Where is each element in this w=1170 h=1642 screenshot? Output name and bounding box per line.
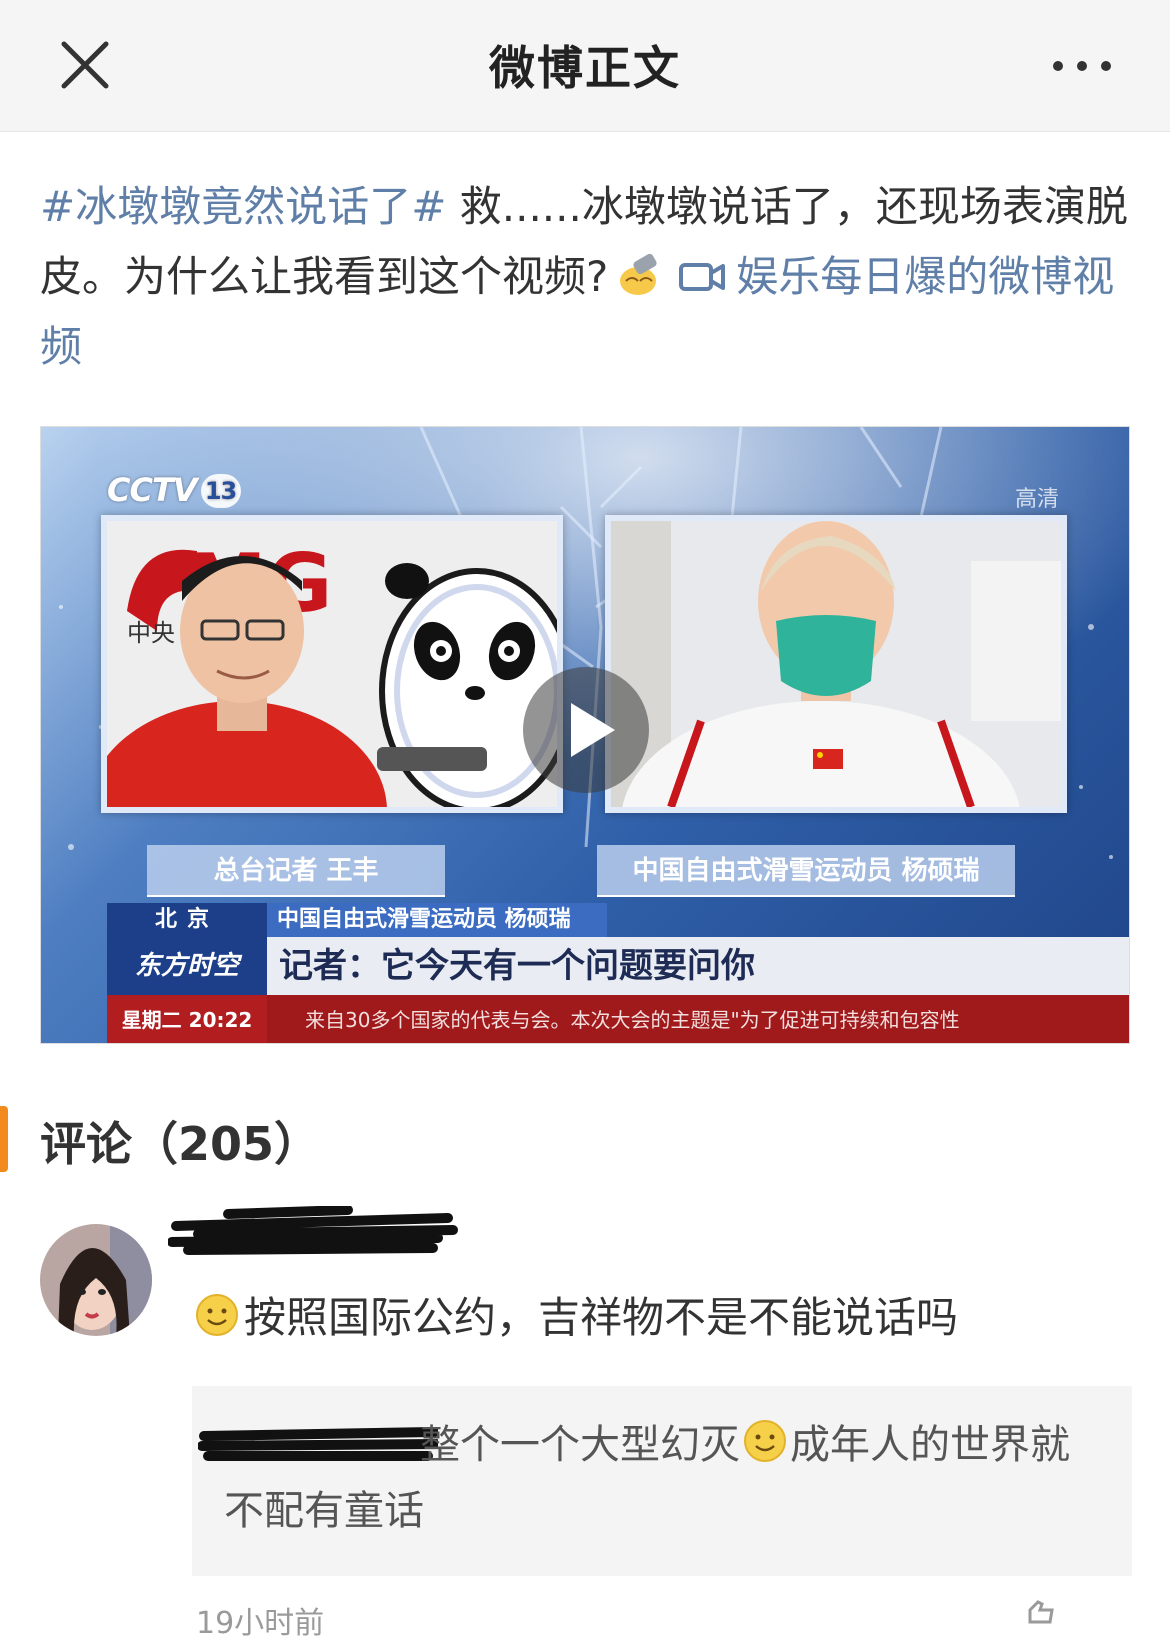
comment-text: 按照国际公约，吉祥物不是不能说话吗	[194, 1290, 1114, 1346]
athlete-scene	[611, 521, 1061, 807]
ticker-subtitle: 中国自由式滑雪运动员 杨硕瑞	[267, 903, 607, 937]
ticker-scroll-text: 来自30多个国家的代表与会。本次大会的主题是"为了促进可持续和包容性	[267, 995, 1129, 1043]
avatar[interactable]	[40, 1224, 152, 1336]
comment-body: 按照国际公约，吉祥物不是不能说话吗	[244, 1293, 959, 1342]
ticker-headline: 记者：它今天有一个问题要问你	[267, 937, 1129, 995]
comments-header: 评论（205）	[0, 1102, 1170, 1182]
more-icon[interactable]	[1050, 48, 1114, 84]
smile-emoji-icon	[744, 1420, 786, 1462]
reporter-panel: MG 中央	[101, 515, 563, 813]
svg-text:中央: 中央	[127, 619, 175, 647]
athlete-panel	[605, 515, 1067, 813]
top-navbar: 微博正文	[0, 0, 1170, 132]
page-title: 微博正文	[489, 41, 681, 95]
section-accent-bar	[0, 1106, 8, 1172]
reporter-caption: 总台记者 王丰	[147, 845, 445, 897]
reporter-scene: MG 中央	[107, 521, 557, 807]
facepalm-emoji-icon	[620, 253, 657, 295]
ticker-location: 北京	[107, 903, 267, 937]
hd-label: 高清	[1014, 487, 1059, 512]
reply-text: 整个一个大型幻灭 成年人的世界就不配有童话	[224, 1412, 1084, 1544]
hashtag-link[interactable]: #冰墩墩竟然说话了#	[40, 182, 446, 231]
reply-box[interactable]: 整个一个大型幻灭 成年人的世界就不配有童话	[192, 1386, 1132, 1576]
athlete-caption: 中国自由式滑雪运动员 杨硕瑞	[597, 845, 1015, 897]
comment-like-icon[interactable]	[1018, 1600, 1058, 1624]
reply-body: 整个一个大型幻灭	[420, 1422, 740, 1468]
ticker-brand: 东方时空	[107, 937, 267, 995]
play-icon[interactable]	[523, 667, 649, 793]
smile-emoji-icon	[196, 1294, 238, 1336]
cctv-logo: CCTV 13	[107, 471, 241, 509]
comments-title: 评论（205）	[40, 1117, 321, 1171]
news-ticker: 北京 中国自由式滑雪运动员 杨硕瑞 东方时空 记者：它今天有一个问题要问你 星期…	[107, 903, 1129, 1043]
ticker-time: 星期二 20:22	[107, 995, 267, 1043]
redacted-username	[168, 1206, 458, 1255]
post-body: #冰墩墩竟然说话了# 救......冰墩墩说话了，还现场表演脱皮。为什么让我看到…	[40, 172, 1130, 382]
video-player[interactable]: CCTV13 新闻 高清 MG 中央	[40, 426, 1130, 1044]
video-camera-icon	[679, 263, 726, 291]
comment-timestamp: 19小时前	[196, 1606, 325, 1641]
avatar-image	[40, 1224, 152, 1336]
